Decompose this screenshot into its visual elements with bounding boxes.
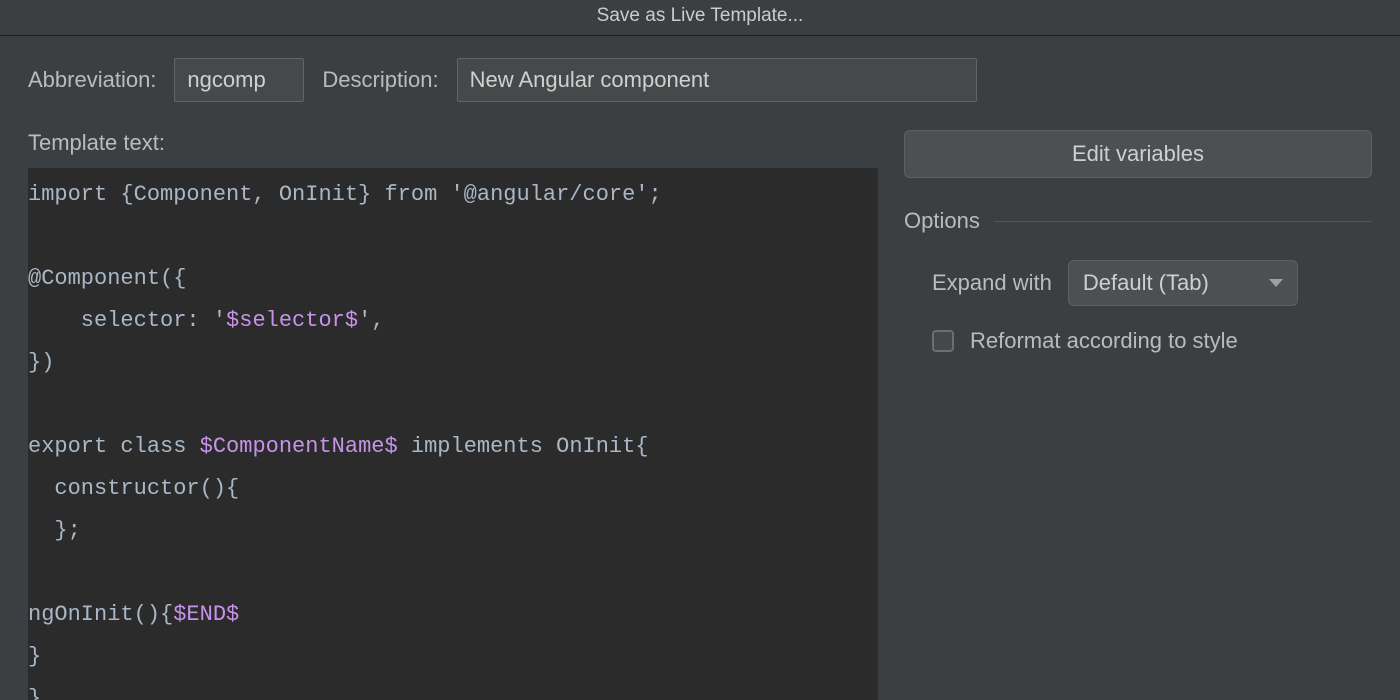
top-fields-row: Abbreviation: Description:	[28, 58, 1372, 102]
expand-with-row: Expand with Default (Tab)	[904, 260, 1372, 306]
options-divider	[994, 221, 1372, 222]
description-label: Description:	[322, 67, 438, 93]
expand-with-select[interactable]: Default (Tab)	[1068, 260, 1298, 306]
reformat-checkbox[interactable]	[932, 330, 954, 352]
description-input[interactable]	[457, 58, 977, 102]
dialog-title: Save as Live Template...	[0, 0, 1400, 36]
options-title: Options	[904, 208, 980, 234]
template-text-label: Template text:	[28, 130, 878, 156]
reformat-label: Reformat according to style	[970, 328, 1238, 354]
abbreviation-input[interactable]	[174, 58, 304, 102]
expand-with-value: Default (Tab)	[1083, 270, 1209, 296]
reformat-row: Reformat according to style	[904, 328, 1372, 354]
edit-variables-button[interactable]: Edit variables	[904, 130, 1372, 178]
chevron-down-icon	[1269, 279, 1283, 287]
template-text-editor[interactable]: import {Component, OnInit} from '@angula…	[28, 168, 878, 700]
expand-with-label: Expand with	[932, 270, 1052, 296]
abbreviation-label: Abbreviation:	[28, 67, 156, 93]
options-section-header: Options	[904, 208, 1372, 234]
